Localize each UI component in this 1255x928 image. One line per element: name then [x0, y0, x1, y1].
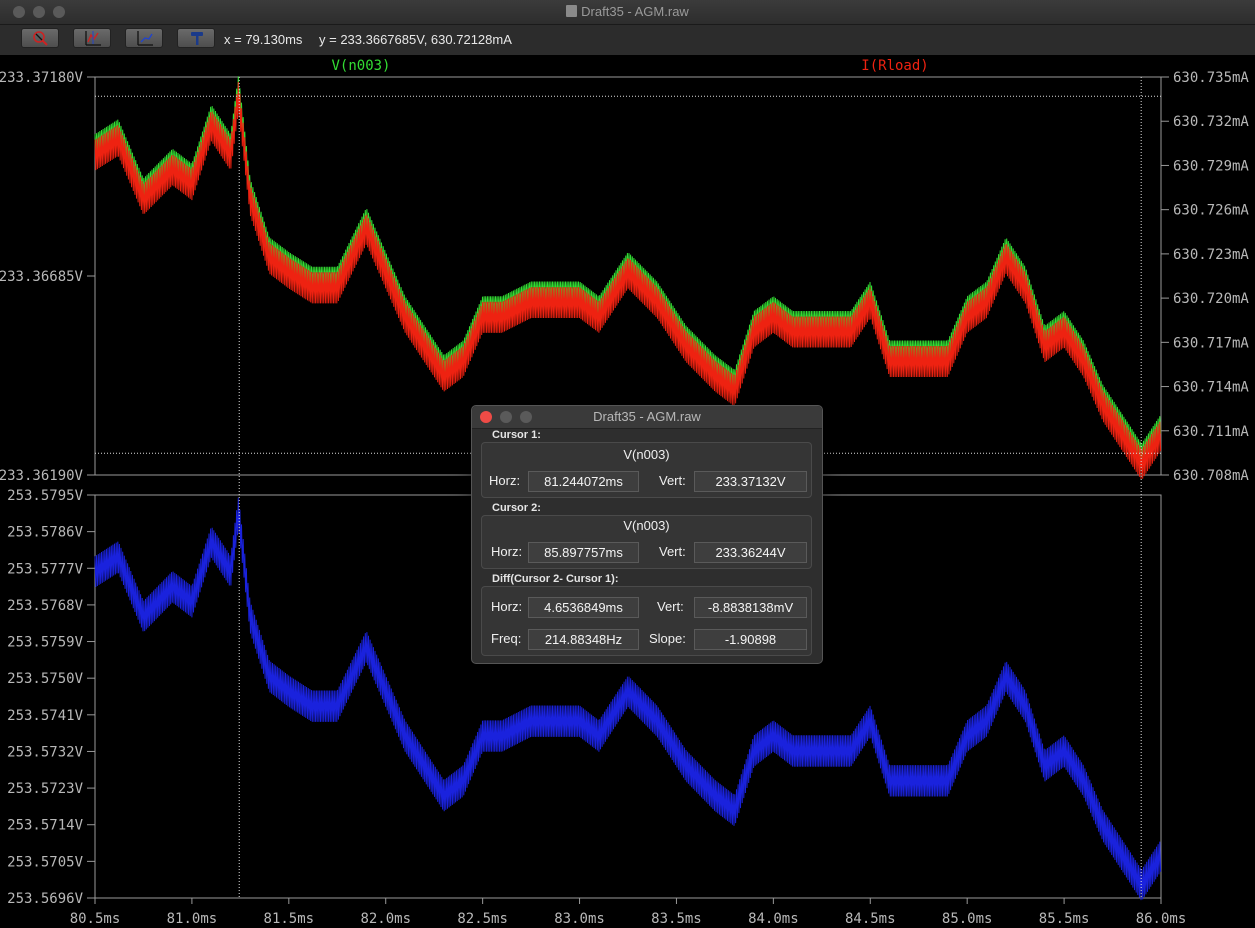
diff-slope-field[interactable]: -1.90898 [694, 629, 807, 650]
top-left-tick-label: 233.36190V [0, 468, 84, 484]
legend-irload: I(Rload) [861, 58, 928, 74]
toolbar: x = 79.130ms y = 233.3667685V, 630.72128… [0, 25, 1255, 55]
bottom-left-tick-label: 253.5732V [7, 744, 83, 760]
bottom-left-tick-label: 253.5705V [7, 854, 83, 870]
cursor1-horz-field[interactable]: 81.244072ms [528, 471, 639, 492]
cursor2-horz-label: Horz: [491, 544, 523, 559]
zoom-cancel-button[interactable] [21, 28, 59, 48]
x-readout: x = 79.130ms [224, 32, 303, 47]
bottom-left-tick-label: 253.5759V [7, 635, 83, 651]
x-tick-label: 86.0ms [1136, 911, 1187, 927]
cursor1-horz-label: Horz: [489, 473, 521, 488]
zoom-cancel-icon [33, 31, 48, 46]
title-bar: Draft35 - AGM.raw [0, 0, 1255, 25]
bottom-left-tick-label: 253.5786V [7, 525, 83, 541]
top-right-tick-label: 630.726mA [1173, 203, 1249, 219]
top-right-tick-label: 630.732mA [1173, 114, 1249, 130]
top-left-tick-label: 233.37180V [0, 70, 84, 86]
bottom-left-tick-label: 253.5696V [7, 891, 83, 907]
x-tick-label: 82.5ms [457, 911, 508, 927]
window-title-wrap: Draft35 - AGM.raw [0, 4, 1255, 19]
zoom-out-icon [137, 31, 153, 46]
x-tick-label: 84.0ms [748, 911, 799, 927]
x-tick-label: 85.0ms [942, 911, 993, 927]
bottom-left-tick-label: 253.5768V [7, 598, 83, 614]
cursor2-trace-name: V(n003) [623, 518, 670, 533]
x-tick-label: 85.5ms [1039, 911, 1090, 927]
document-icon [566, 5, 578, 17]
cursor2-vert-field[interactable]: 233.36244V [694, 542, 807, 563]
top-right-tick-label: 630.729mA [1173, 158, 1249, 174]
top-right-tick-label: 630.708mA [1173, 468, 1249, 484]
bottom-left-tick-label: 253.5714V [7, 818, 83, 834]
bottom-left-tick-label: 253.5723V [7, 781, 83, 797]
cursor1-group-label: Cursor 1: [492, 429, 541, 441]
diff-freq-field[interactable]: 214.88348Hz [528, 629, 639, 650]
dialog-title-bar[interactable]: Draft35 - AGM.raw [472, 406, 822, 429]
cursor1-vert-label: Vert: [659, 473, 686, 488]
cursor2-horz-field[interactable]: 85.897757ms [528, 542, 639, 563]
cursor1-vert-field[interactable]: 233.37132V [694, 471, 807, 492]
y-readout: y = 233.3667685V, 630.72128mA [319, 32, 512, 47]
cursor2-vert-label: Vert: [659, 544, 686, 559]
legend-vn003: V(n003) [331, 58, 390, 74]
diff-group-label: Diff(Cursor 2- Cursor 1): [492, 573, 619, 585]
hammer-icon [191, 32, 203, 45]
top-right-tick-label: 630.714mA [1173, 380, 1249, 396]
x-tick-label: 82.0ms [360, 911, 411, 927]
top-left-tick-label: 233.36685V [0, 269, 84, 285]
zoom-out-button[interactable] [125, 28, 163, 48]
diff-vert-label: Vert: [657, 599, 684, 614]
x-tick-label: 83.0ms [554, 911, 605, 927]
cursor2-group: V(n003) Horz: 85.897757ms Vert: 233.3624… [481, 515, 812, 569]
cursor-dialog[interactable]: Draft35 - AGM.raw Cursor 1: V(n003) Horz… [471, 405, 823, 664]
diff-horz-label: Horz: [491, 599, 523, 614]
x-tick-label: 81.5ms [264, 911, 315, 927]
x-tick-label: 83.5ms [651, 911, 702, 927]
top-right-tick-label: 630.720mA [1173, 291, 1249, 307]
top-right-tick-label: 630.735mA [1173, 70, 1249, 86]
x-tick-label: 81.0ms [167, 911, 218, 927]
window-title: Draft35 - AGM.raw [581, 4, 689, 19]
cursor2-group-label: Cursor 2: [492, 502, 541, 514]
diff-vert-field[interactable]: -8.8838138mV [694, 597, 807, 618]
cursor1-group: V(n003) Horz: 81.244072ms Vert: 233.3713… [481, 442, 812, 498]
diff-freq-label: Freq: [491, 631, 522, 646]
autorange-button[interactable] [73, 28, 111, 48]
top-right-tick-label: 630.717mA [1173, 335, 1249, 351]
x-tick-label: 80.5ms [70, 911, 121, 927]
autorange-icon [85, 31, 101, 46]
bottom-left-tick-label: 253.5750V [7, 671, 83, 687]
hammer-button[interactable] [177, 28, 215, 48]
top-right-tick-label: 630.723mA [1173, 247, 1249, 263]
diff-horz-field[interactable]: 4.6536849ms [528, 597, 639, 618]
cursor1-trace-name: V(n003) [623, 447, 670, 462]
x-tick-label: 84.5ms [845, 911, 896, 927]
bottom-left-tick-label: 253.5741V [7, 708, 83, 724]
diff-slope-label: Slope: [649, 631, 686, 646]
top-right-tick-label: 630.711mA [1173, 424, 1249, 440]
bottom-left-tick-label: 253.5777V [7, 561, 83, 577]
bottom-left-tick-label: 253.5795V [7, 488, 83, 504]
diff-group: Horz: 4.6536849ms Vert: -8.8838138mV Fre… [481, 586, 812, 656]
dialog-title: Draft35 - AGM.raw [593, 409, 701, 424]
